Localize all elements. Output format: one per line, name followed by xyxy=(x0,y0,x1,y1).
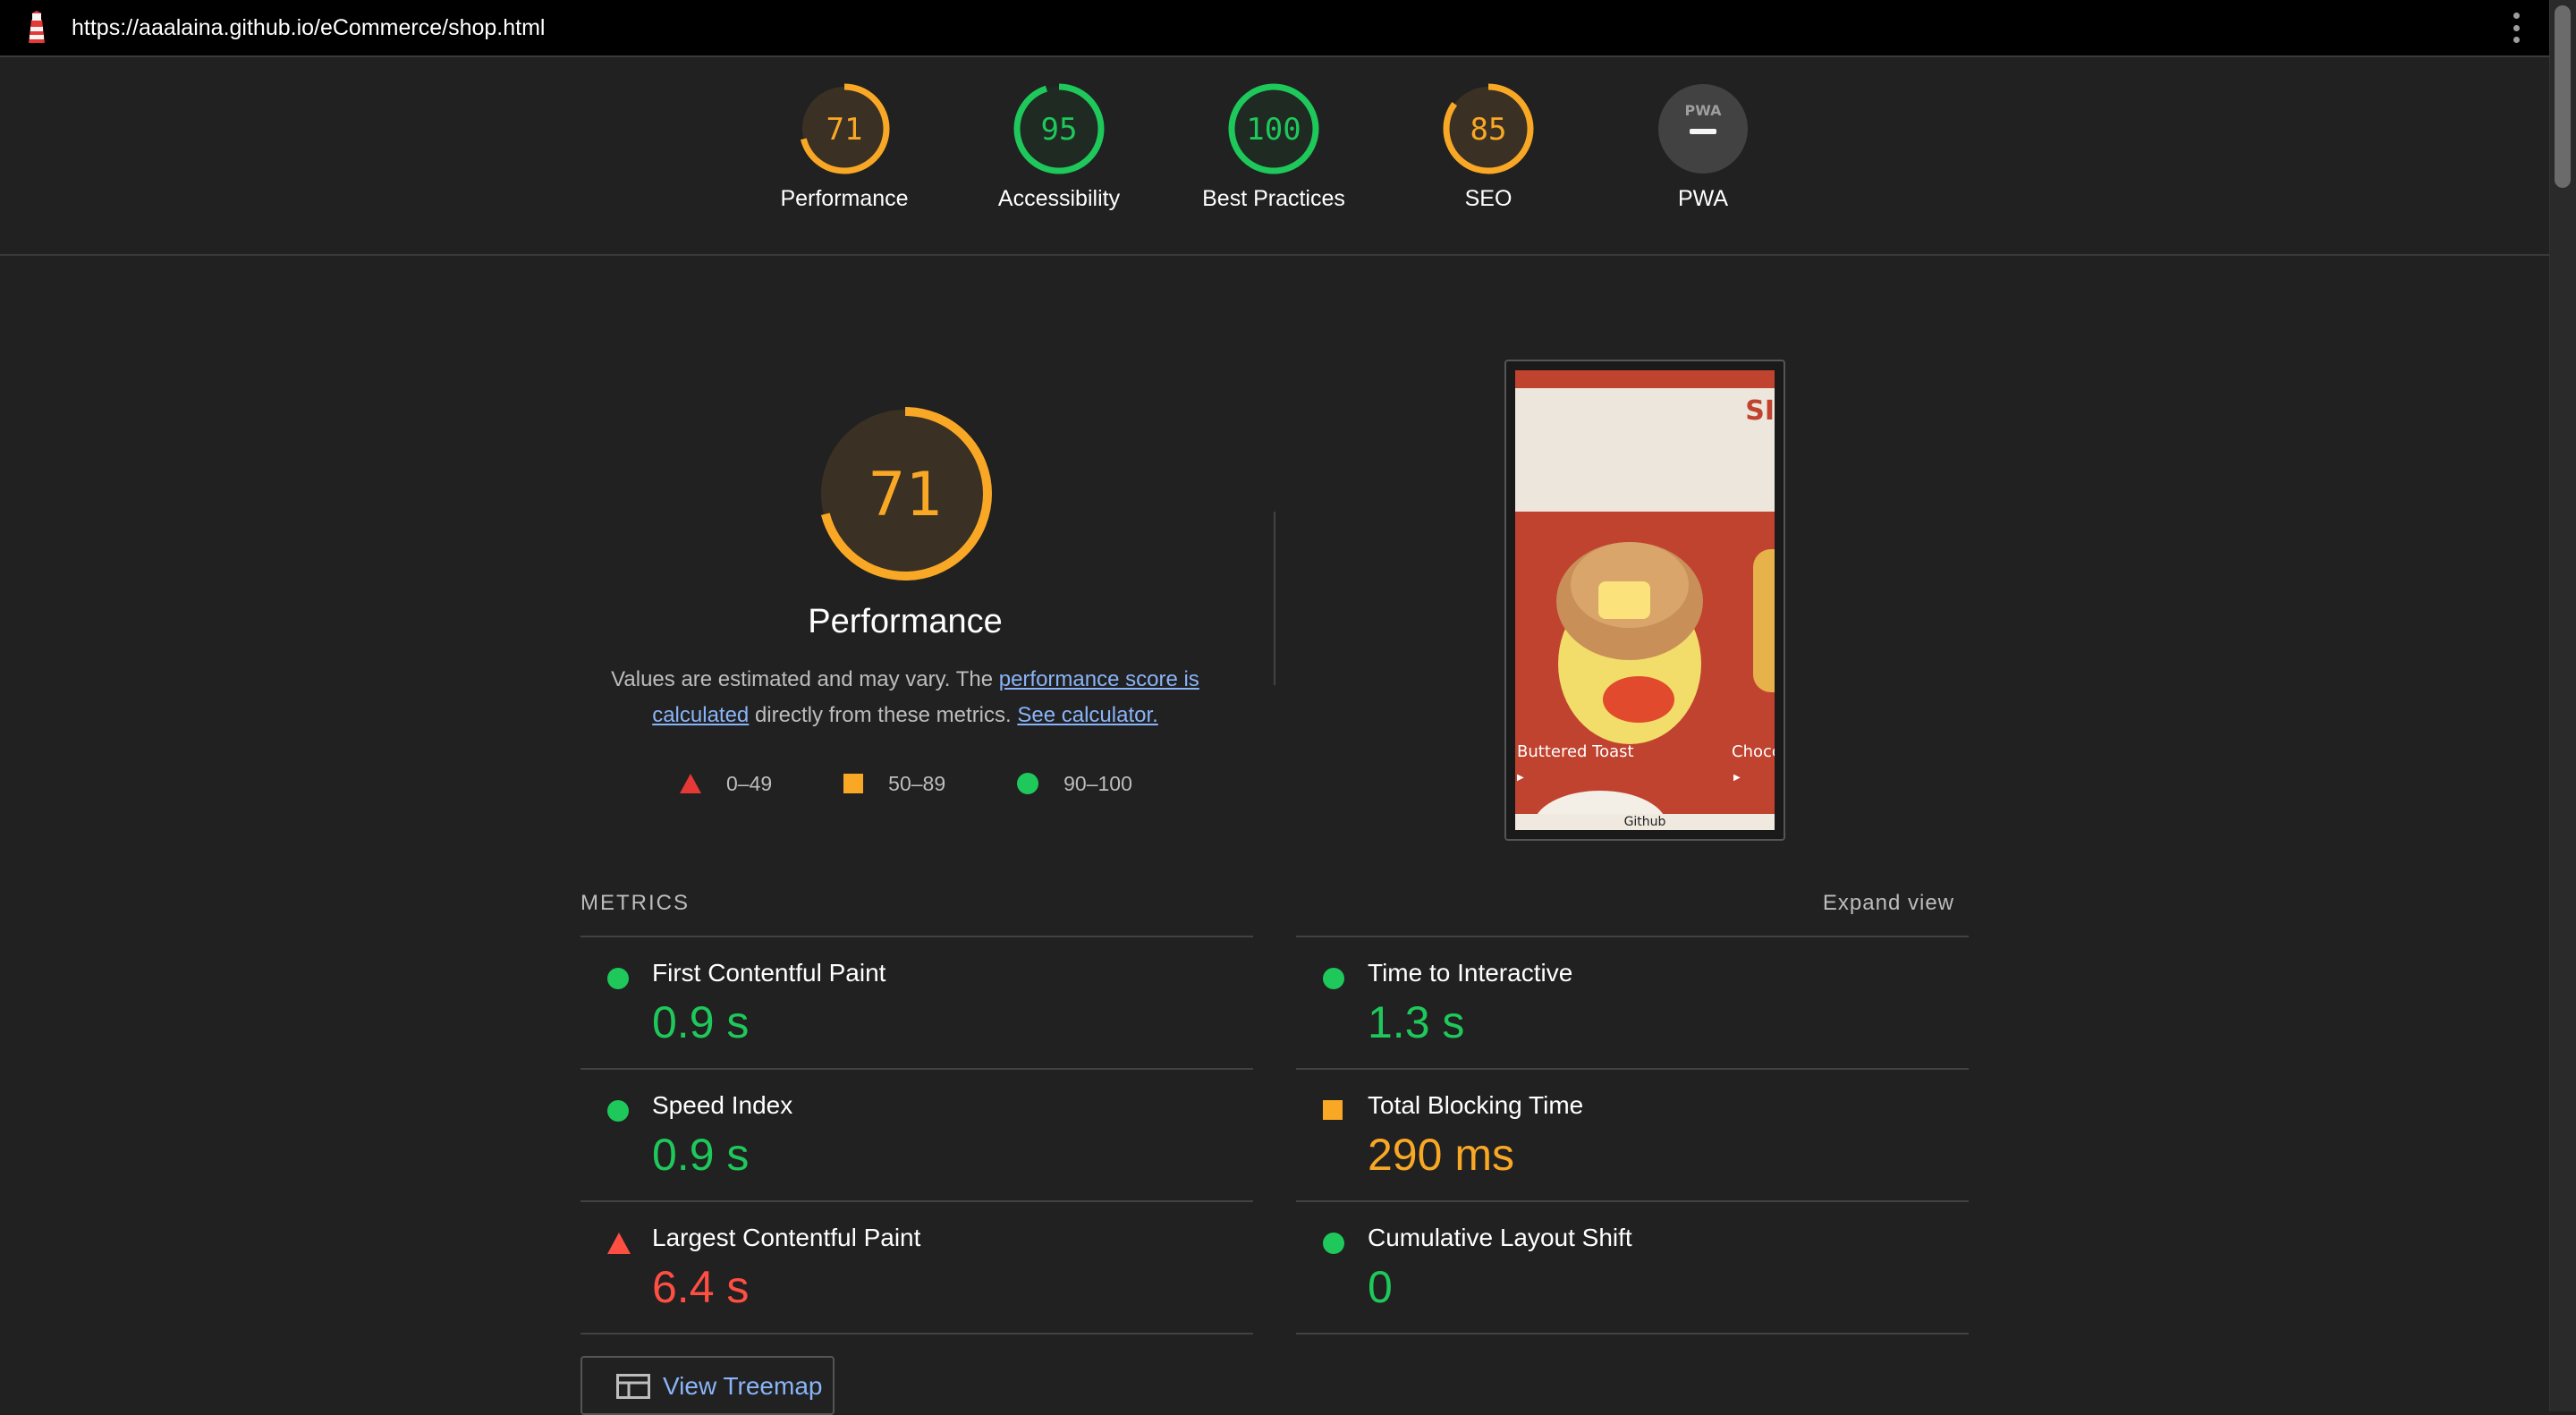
average-square-icon xyxy=(843,774,864,793)
metrics-column-right: Time to Interactive 1.3 s Total Blocking… xyxy=(1296,936,1969,1335)
pass-circle-icon xyxy=(1017,773,1039,794)
gauge-label-best-practices: Best Practices xyxy=(1202,186,1345,211)
gauge-label-accessibility: Accessibility xyxy=(997,186,1121,211)
gauge-label-seo: SEO xyxy=(1464,186,1513,211)
address-bar: https://aaalaina.github.io/eCommerce/sho… xyxy=(0,0,2549,57)
see-calculator-link[interactable]: See calculator. xyxy=(1017,703,1157,727)
metric-name: First Contentful Paint xyxy=(652,959,886,987)
more-options-icon[interactable] xyxy=(2513,13,2521,43)
svg-text:PWA: PWA xyxy=(1684,102,1722,119)
page-url[interactable]: https://aaalaina.github.io/eCommerce/sho… xyxy=(72,0,545,55)
svg-text:100: 100 xyxy=(1246,112,1301,148)
gauge-label-performance: Performance xyxy=(780,186,909,211)
description-text: Values are estimated and may vary. The xyxy=(611,667,999,691)
seo-gauge-icon: 85 xyxy=(1443,83,1534,174)
pass-circle-icon xyxy=(1323,968,1344,989)
metric-first-contentful-paint: First Contentful Paint 0.9 s xyxy=(580,936,1253,1068)
screenshot-footer: Github xyxy=(1515,814,1775,830)
metric-value: 0 xyxy=(1368,1262,1393,1312)
svg-text:85: 85 xyxy=(1470,112,1507,148)
screenshot-brand: SI xyxy=(1745,395,1775,427)
gauge-pwa[interactable]: PWA PWA xyxy=(1614,82,1792,212)
metric-value: 6.4 s xyxy=(652,1262,750,1312)
fail-triangle-icon xyxy=(607,1233,631,1254)
metrics-header: METRICS Expand view xyxy=(580,891,1954,916)
view-treemap-button[interactable]: View Treemap xyxy=(580,1356,835,1415)
product-cup-partial xyxy=(1753,549,1775,692)
play-icon: ▶ xyxy=(1517,773,1524,783)
metric-cumulative-layout-shift: Cumulative Layout Shift 0 xyxy=(1296,1200,1969,1335)
fail-triangle-icon xyxy=(680,774,701,793)
legend-pass: 90–100 xyxy=(1017,772,1132,796)
scrollbar-thumb[interactable] xyxy=(2555,5,2571,188)
final-screenshot[interactable]: SI Buttered Toast Choco ▶ ▶ Github xyxy=(1504,360,1785,841)
description-text-middle: directly from these metrics. xyxy=(749,703,1018,727)
performance-score-gauge: 71 xyxy=(818,407,992,580)
svg-text:71: 71 xyxy=(826,112,863,148)
pwa-badge-icon: PWA xyxy=(1658,84,1748,174)
play-icon: ▶ xyxy=(1733,773,1741,783)
performance-gauge-icon: 71 xyxy=(799,83,890,174)
metric-largest-contentful-paint: Largest Contentful Paint 6.4 s xyxy=(580,1200,1253,1335)
pass-circle-icon xyxy=(607,1100,629,1122)
screenshot-product-2: Choco xyxy=(1732,742,1775,761)
pass-circle-icon xyxy=(607,968,629,989)
average-square-icon xyxy=(1323,1100,1343,1120)
legend-fail-label: 0–49 xyxy=(726,771,773,795)
pass-circle-icon xyxy=(1323,1233,1344,1254)
performance-score-value: 71 xyxy=(869,460,942,530)
metric-total-blocking-time: Total Blocking Time 290 ms xyxy=(1296,1068,1969,1200)
metric-value: 0.9 s xyxy=(652,997,750,1047)
product-cup-image xyxy=(1556,542,1703,744)
gauge-performance[interactable]: 71 Performance xyxy=(755,82,934,212)
lighthouse-logo-icon xyxy=(29,11,45,43)
metric-time-to-interactive: Time to Interactive 1.3 s xyxy=(1296,936,1969,1068)
metric-speed-index: Speed Index 0.9 s xyxy=(580,1068,1253,1200)
performance-description: Values are estimated and may vary. The p… xyxy=(590,662,1220,733)
score-legend: 0–49 50–89 90–100 xyxy=(680,766,1132,801)
legend-fail: 0–49 xyxy=(680,772,772,796)
gauge-best-practices[interactable]: 100 Best Practices xyxy=(1184,82,1363,212)
scrollbar-track[interactable] xyxy=(2549,0,2576,1411)
legend-pass-label: 90–100 xyxy=(1063,771,1132,795)
metrics-title: METRICS xyxy=(580,891,690,915)
metric-name: Speed Index xyxy=(652,1091,793,1119)
vertical-divider xyxy=(1274,512,1275,685)
gauge-label-pwa: PWA xyxy=(1677,186,1729,211)
gauge-accessibility[interactable]: 95 Accessibility xyxy=(970,82,1148,212)
treemap-icon xyxy=(616,1374,650,1399)
metrics-column-left: First Contentful Paint 0.9 s Speed Index… xyxy=(580,936,1253,1335)
metric-name: Total Blocking Time xyxy=(1368,1091,1584,1119)
gauge-seo[interactable]: 85 SEO xyxy=(1399,82,1578,212)
accessibility-gauge-icon: 95 xyxy=(1013,83,1105,174)
metric-value: 1.3 s xyxy=(1368,997,1465,1047)
view-treemap-label: View Treemap xyxy=(663,1372,823,1400)
screenshot-header: SI xyxy=(1515,388,1775,512)
performance-title: Performance xyxy=(808,603,1003,640)
metric-name: Time to Interactive xyxy=(1368,959,1573,987)
screenshot-product-1: Buttered Toast xyxy=(1517,742,1634,761)
legend-average-label: 50–89 xyxy=(888,771,946,795)
category-scores-header: 71 Performance 95 Accessibility 100 Best… xyxy=(0,57,2549,256)
metric-value: 0.9 s xyxy=(652,1130,750,1180)
legend-average: 50–89 xyxy=(843,772,945,796)
svg-text:95: 95 xyxy=(1041,112,1078,148)
best-practices-gauge-icon: 100 xyxy=(1228,83,1319,174)
metric-name: Cumulative Layout Shift xyxy=(1368,1224,1632,1251)
metric-value: 290 ms xyxy=(1368,1130,1514,1180)
metric-name: Largest Contentful Paint xyxy=(652,1224,921,1251)
expand-view-toggle[interactable]: Expand view xyxy=(1823,891,1954,916)
